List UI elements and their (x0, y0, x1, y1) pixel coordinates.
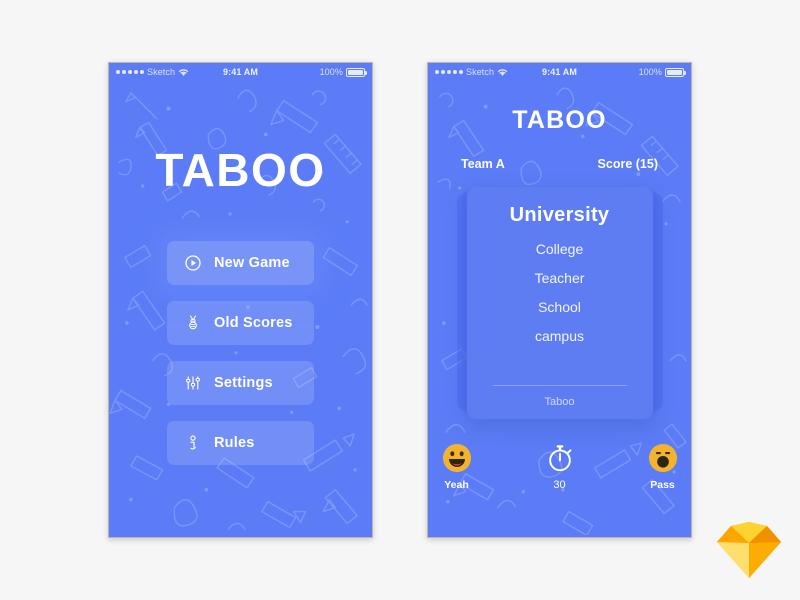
action-timer[interactable]: 30 (537, 443, 583, 491)
signal-strength-icon (116, 70, 144, 74)
info-person-icon (190, 435, 196, 450)
battery-percent-label: 100% (638, 67, 662, 77)
menu-item-label: Old Scores (214, 315, 293, 331)
score-bar: Team A Score (15) (428, 157, 691, 171)
sliders-icon (186, 376, 200, 390)
wifi-icon (178, 68, 189, 76)
menu-item-label: New Game (214, 255, 290, 271)
card-footer-label: Taboo (467, 376, 653, 419)
status-bar: Sketch 9:41 AM 100% (109, 63, 372, 81)
menu-item-settings[interactable]: Settings (167, 361, 314, 405)
taboo-word: Teacher (534, 270, 585, 286)
signal-strength-icon (435, 70, 463, 74)
status-bar: Sketch 9:41 AM 100% (428, 63, 691, 81)
carrier-label: Sketch (147, 67, 176, 77)
main-menu: New Game Old Scores Settings Rules (109, 241, 372, 465)
battery-full-icon (665, 67, 686, 77)
smiley-happy-icon (442, 443, 471, 473)
team-label: Team A (461, 157, 505, 171)
menu-item-new-game[interactable]: New Game (167, 241, 314, 285)
menu-item-old-scores[interactable]: Old Scores (167, 301, 314, 345)
taboo-word-list: College Teacher School campus (535, 241, 585, 344)
phone-home-screen: Sketch 9:41 AM 100% TABOO New Game Old S… (108, 62, 373, 538)
play-circle-icon (185, 255, 201, 271)
app-title: TABOO (155, 144, 326, 196)
taboo-word: College (535, 241, 584, 257)
action-label: Pass (650, 479, 675, 491)
word-card-stack: University College Teacher School campus… (456, 187, 663, 419)
wifi-icon (497, 68, 508, 76)
menu-item-label: Rules (214, 435, 255, 451)
stopwatch-icon (548, 445, 571, 472)
action-yeah[interactable]: Yeah (434, 443, 480, 491)
taboo-word: School (538, 299, 581, 315)
phone-game-screen: Sketch 9:41 AM 100% TABOO Team A Score (… (427, 62, 692, 538)
menu-item-rules[interactable]: Rules (167, 421, 314, 465)
battery-full-icon (346, 67, 367, 77)
action-bar: Yeah 30 Pass (428, 443, 691, 491)
taboo-word: campus (534, 328, 585, 344)
menu-item-label: Settings (214, 375, 273, 391)
word-card[interactable]: University College Teacher School campus… (466, 187, 653, 419)
action-label: 30 (553, 479, 566, 491)
battery-percent-label: 100% (319, 67, 343, 77)
score-label: Score (15) (597, 157, 658, 171)
app-title: TABOO (512, 106, 607, 134)
medal-icon (189, 315, 197, 330)
carrier-label: Sketch (466, 67, 495, 77)
smiley-surprised-icon (648, 443, 677, 473)
action-pass[interactable]: Pass (640, 443, 686, 491)
card-main-word: University (509, 204, 610, 226)
action-label: Yeah (444, 479, 469, 491)
sketch-diamond-logo (717, 522, 781, 578)
